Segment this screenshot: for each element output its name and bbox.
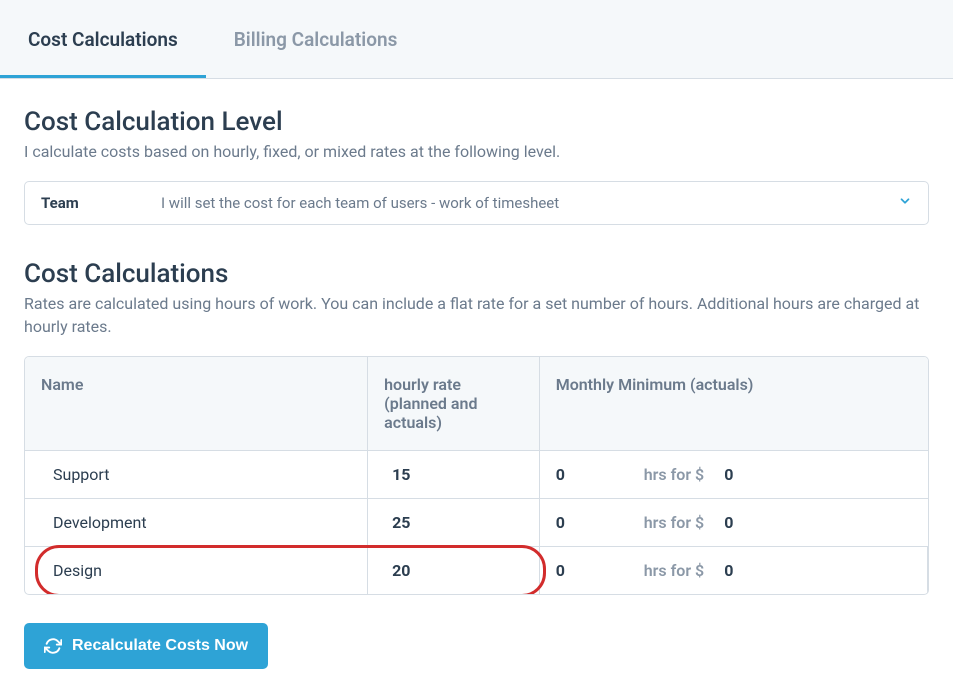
calc-desc: Rates are calculated using hours of work… (24, 293, 929, 338)
cell-name: Development (25, 499, 368, 546)
cell-monthly-min[interactable]: 0 hrs for $ 0 (540, 499, 928, 546)
chevron-down-icon (898, 194, 912, 212)
table-header: Name hourly rate (planned and actuals) M… (25, 357, 928, 451)
header-name: Name (25, 357, 368, 450)
min-amount-value: 0 (724, 465, 733, 484)
calc-title: Cost Calculations (24, 259, 929, 289)
table-row[interactable]: Design20 0 hrs for $ 0 (25, 547, 928, 594)
cell-name: Support (25, 451, 368, 498)
header-rate: hourly rate (planned and actuals) (368, 357, 540, 450)
table-row[interactable]: Support15 0 hrs for $ 0 (25, 451, 928, 499)
hrs-for-label: hrs for $ (644, 561, 705, 580)
cell-rate[interactable]: 15 (368, 451, 540, 498)
recalculate-button[interactable]: Recalculate Costs Now (24, 623, 268, 669)
min-amount-value: 0 (724, 513, 733, 532)
header-min: Monthly Minimum (actuals) (540, 357, 928, 450)
min-hours-value: 0 (556, 561, 574, 580)
content-panel: Cost Calculation Level I calculate costs… (0, 79, 953, 697)
tabs-bar: Cost Calculations Billing Calculations (0, 0, 953, 79)
hrs-for-label: hrs for $ (644, 513, 705, 532)
min-amount-value: 0 (724, 561, 733, 580)
level-select-desc: I will set the cost for each team of use… (161, 194, 898, 212)
level-select-value: Team (41, 194, 161, 212)
recalculate-button-label: Recalculate Costs Now (72, 637, 248, 655)
level-title: Cost Calculation Level (24, 107, 929, 137)
cell-monthly-min[interactable]: 0 hrs for $ 0 (540, 547, 928, 594)
tab-billing-calculations[interactable]: Billing Calculations (206, 0, 426, 78)
cell-rate[interactable]: 20 (368, 547, 540, 594)
level-select[interactable]: Team I will set the cost for each team o… (24, 181, 929, 225)
min-hours-value: 0 (556, 513, 574, 532)
refresh-icon (44, 637, 62, 655)
table-row[interactable]: Development25 0 hrs for $ 0 (25, 499, 928, 547)
tab-cost-calculations[interactable]: Cost Calculations (0, 0, 206, 78)
level-desc: I calculate costs based on hourly, fixed… (24, 141, 929, 163)
hrs-for-label: hrs for $ (644, 465, 705, 484)
cell-rate[interactable]: 25 (368, 499, 540, 546)
rates-table: Name hourly rate (planned and actuals) M… (24, 356, 929, 595)
min-hours-value: 0 (556, 465, 574, 484)
table-body: Support15 0 hrs for $ 0 Development25 0 hrs fo… (25, 451, 928, 594)
cell-name: Design (25, 547, 368, 594)
cell-monthly-min[interactable]: 0 hrs for $ 0 (540, 451, 928, 498)
